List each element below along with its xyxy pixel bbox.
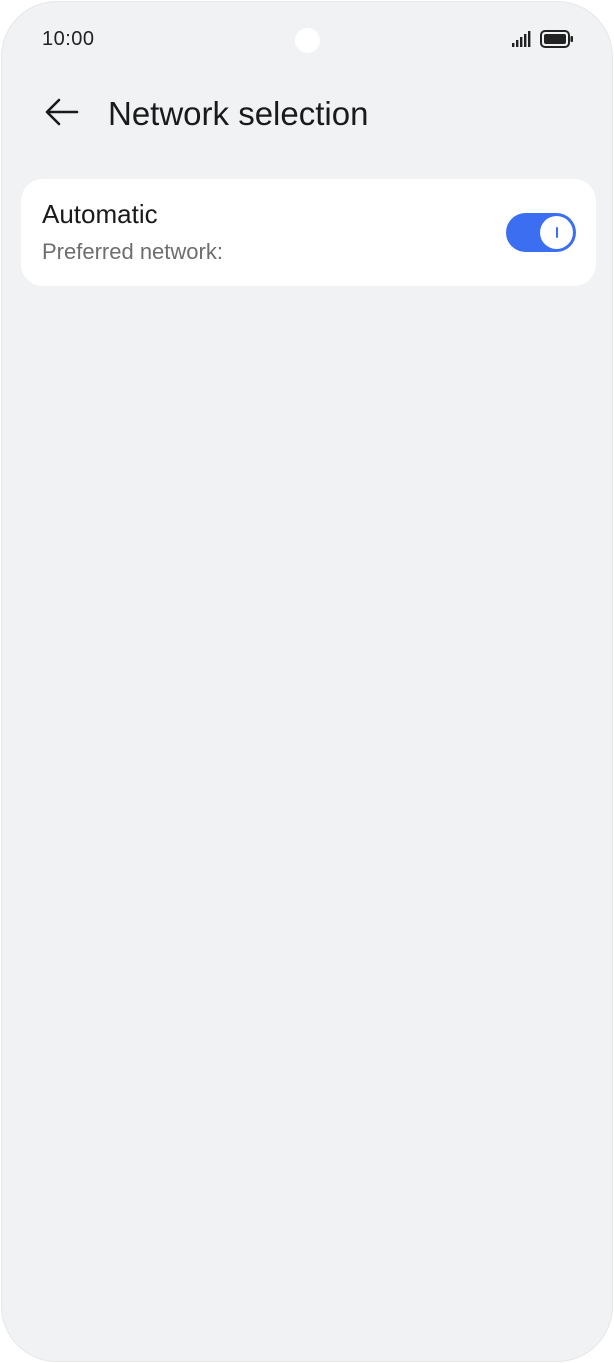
front-camera-cutout	[295, 28, 320, 53]
automatic-setting-row[interactable]: Automatic Preferred network:	[21, 179, 596, 286]
back-button[interactable]	[38, 90, 86, 138]
toggle-knob	[540, 216, 573, 249]
back-arrow-icon	[44, 97, 80, 132]
automatic-toggle[interactable]	[506, 213, 576, 252]
preferred-network-subtitle: Preferred network:	[42, 239, 223, 264]
page-title: Network selection	[108, 95, 369, 132]
phone-screen: 10:00 Network selection Automatic Prefer…	[1, 1, 613, 1362]
battery-icon	[540, 30, 574, 53]
status-bar: 10:00	[2, 2, 612, 78]
status-icons	[512, 30, 574, 53]
app-bar: Network selection	[2, 82, 612, 146]
automatic-title: Automatic	[42, 199, 158, 229]
signal-icon	[512, 31, 532, 52]
toggle-on-mark	[555, 227, 558, 238]
status-time: 10:00	[42, 28, 95, 50]
